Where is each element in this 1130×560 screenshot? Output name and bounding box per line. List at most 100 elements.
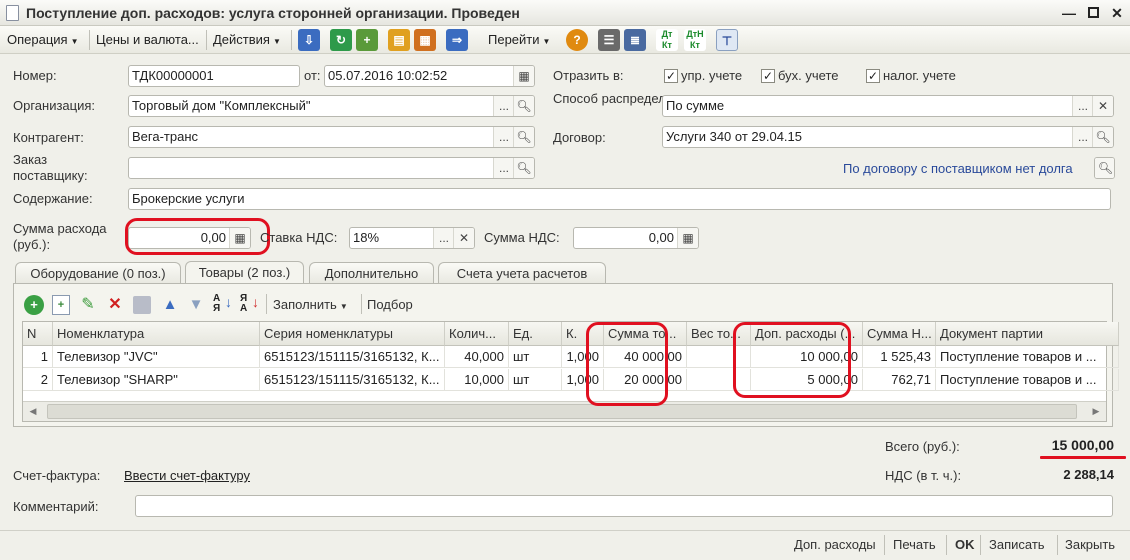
prices-currency-button[interactable]: Цены и валюта...: [92, 31, 203, 49]
tab-equipment[interactable]: Оборудование (0 поз.): [15, 262, 181, 284]
settings-list-icon[interactable]: ≣: [624, 29, 646, 51]
vat-rate-field[interactable]: 18% ... ✕: [349, 227, 475, 249]
table-cell[interactable]: шт: [509, 346, 562, 368]
goto-menu[interactable]: Перейти ▼: [484, 31, 554, 49]
checkbox-buh[interactable]: ✓: [761, 69, 775, 83]
calendar-icon[interactable]: ▦: [513, 66, 534, 86]
minimize-icon[interactable]: —: [1058, 3, 1080, 23]
table-cell[interactable]: 1 525,43: [863, 346, 936, 368]
tab-goods[interactable]: Товары (2 поз.): [185, 261, 304, 285]
table-cell[interactable]: Телевизор "JVC": [53, 346, 260, 368]
column-header[interactable]: Серия номенклатуры: [260, 322, 445, 346]
horizontal-scrollbar[interactable]: ◀ ▶: [23, 401, 1106, 421]
scroll-left-icon[interactable]: ◀: [23, 402, 43, 421]
structure-tree-icon[interactable]: ⊤: [716, 29, 738, 51]
close-icon[interactable]: ✕: [1106, 3, 1128, 23]
move-down-icon[interactable]: ▼: [186, 295, 206, 315]
based-on-icon[interactable]: ▤: [388, 29, 410, 51]
table-row[interactable]: 1 Телевизор "JVC" 6515123/151115/3165132, …: [23, 346, 1119, 369]
prices-label: Цены и валюта...: [96, 32, 199, 47]
sort-desc-icon[interactable]: Я А ↓: [240, 294, 262, 316]
fill-menu[interactable]: Заполнить ▼: [273, 297, 348, 312]
delete-icon[interactable]: ✕: [105, 295, 125, 315]
select-button[interactable]: ...: [493, 96, 514, 116]
table-cell[interactable]: 762,71: [863, 369, 936, 391]
column-header[interactable]: Колич...: [445, 322, 509, 346]
selection-button[interactable]: Подбор: [367, 297, 413, 312]
table-cell[interactable]: 6515123/151115/3165132, К...: [260, 369, 445, 391]
maximize-icon[interactable]: [1082, 3, 1104, 23]
invoice-link[interactable]: Ввести счет-фактуру: [124, 468, 250, 483]
extra-costs-button[interactable]: Доп. расходы: [794, 537, 876, 552]
debit-credit-icon[interactable]: Дт Кт: [656, 29, 678, 51]
debit-credit-n-icon[interactable]: ДтН Кт: [684, 29, 706, 51]
ok-button[interactable]: OK: [955, 537, 975, 552]
edit-icon[interactable]: ✎: [78, 295, 98, 315]
tab-additional[interactable]: Дополнительно: [309, 262, 434, 284]
sort-asc-icon[interactable]: А Я ↓: [213, 294, 235, 316]
table-cell[interactable]: 40,000: [445, 346, 509, 368]
table-cell[interactable]: Поступление товаров и ...: [936, 369, 1119, 391]
go-icon[interactable]: ⇒: [446, 29, 468, 51]
calculator-icon[interactable]: ▦: [677, 228, 698, 248]
organization-field[interactable]: Торговый дом "Комплексный" ... 🔍︎: [128, 95, 535, 117]
table-row[interactable]: 2 Телевизор "SHARP" 6515123/151115/3165132…: [23, 369, 1119, 392]
tab-accounts[interactable]: Счета учета расчетов: [438, 262, 606, 284]
actions-menu[interactable]: Действия ▼: [209, 31, 285, 49]
search-icon[interactable]: 🔍︎: [513, 127, 534, 147]
vat-sum-field[interactable]: 0,00 ▦: [573, 227, 699, 249]
post-icon[interactable]: ⇩: [298, 29, 320, 51]
toolbar-separator: [1057, 535, 1058, 555]
order-field[interactable]: ... 🔍︎: [128, 157, 535, 179]
table-cell[interactable]: Поступление товаров и ...: [936, 346, 1119, 368]
help-icon[interactable]: ?: [566, 29, 588, 51]
scroll-right-icon[interactable]: ▶: [1086, 402, 1106, 421]
checkbox-nalog[interactable]: ✓: [866, 69, 880, 83]
select-button[interactable]: ...: [493, 127, 514, 147]
column-header[interactable]: Номенклатура: [53, 322, 260, 346]
operation-menu[interactable]: Операция ▼: [3, 31, 83, 49]
select-button[interactable]: ...: [493, 158, 514, 178]
date-field[interactable]: 05.07.2016 10:02:52 ▦: [324, 65, 535, 87]
save-row-icon[interactable]: [133, 296, 151, 314]
column-header[interactable]: Документ партии: [936, 322, 1119, 346]
column-header[interactable]: Сумма Н...: [863, 322, 936, 346]
column-header[interactable]: N: [23, 322, 53, 346]
refresh-icon[interactable]: ↻: [330, 29, 352, 51]
select-button[interactable]: ...: [1072, 96, 1093, 116]
structure-icon[interactable]: ▦: [414, 29, 436, 51]
copy-icon[interactable]: +: [356, 29, 378, 51]
search-icon[interactable]: 🔍︎: [513, 158, 534, 178]
content-field[interactable]: Брокерские услуги: [128, 188, 1111, 210]
number-field[interactable]: ТДК00000001: [128, 65, 300, 87]
table-cell[interactable]: Телевизор "SHARP": [53, 369, 260, 391]
select-button[interactable]: ...: [433, 228, 454, 248]
search-icon[interactable]: 🔍︎: [513, 96, 534, 116]
contract-label: Договор:: [553, 130, 606, 145]
table-cell[interactable]: шт: [509, 369, 562, 391]
scrollbar-thumb[interactable]: [47, 404, 1077, 419]
table-cell[interactable]: 2: [23, 369, 53, 391]
close-button[interactable]: Закрыть: [1065, 537, 1115, 552]
select-button[interactable]: ...: [1072, 127, 1093, 147]
table-cell[interactable]: 10,000: [445, 369, 509, 391]
save-button[interactable]: Записать: [989, 537, 1045, 552]
contractor-field[interactable]: Вега-транс ... 🔍︎: [128, 126, 535, 148]
search-icon[interactable]: 🔍︎: [1092, 127, 1113, 147]
table-cell[interactable]: 1: [23, 346, 53, 368]
checkbox-upr[interactable]: ✓: [664, 69, 678, 83]
print-button[interactable]: Печать: [893, 537, 936, 552]
add-icon[interactable]: +: [24, 295, 44, 315]
list-icon[interactable]: ☰: [598, 29, 620, 51]
distribution-field[interactable]: По сумме ... ✕: [662, 95, 1114, 117]
debt-link[interactable]: По договору с поставщиком нет долга: [843, 161, 1073, 176]
clear-icon[interactable]: ✕: [453, 228, 474, 248]
column-header[interactable]: Ед.: [509, 322, 562, 346]
table-cell[interactable]: 6515123/151115/3165132, К...: [260, 346, 445, 368]
copy-row-icon[interactable]: +: [52, 295, 70, 315]
move-up-icon[interactable]: ▲: [160, 295, 180, 315]
clear-icon[interactable]: ✕: [1092, 96, 1113, 116]
debt-search-icon[interactable]: 🔍︎: [1094, 157, 1115, 179]
comment-field[interactable]: [135, 495, 1113, 517]
contract-field[interactable]: Услуги 340 от 29.04.15 ... 🔍︎: [662, 126, 1114, 148]
